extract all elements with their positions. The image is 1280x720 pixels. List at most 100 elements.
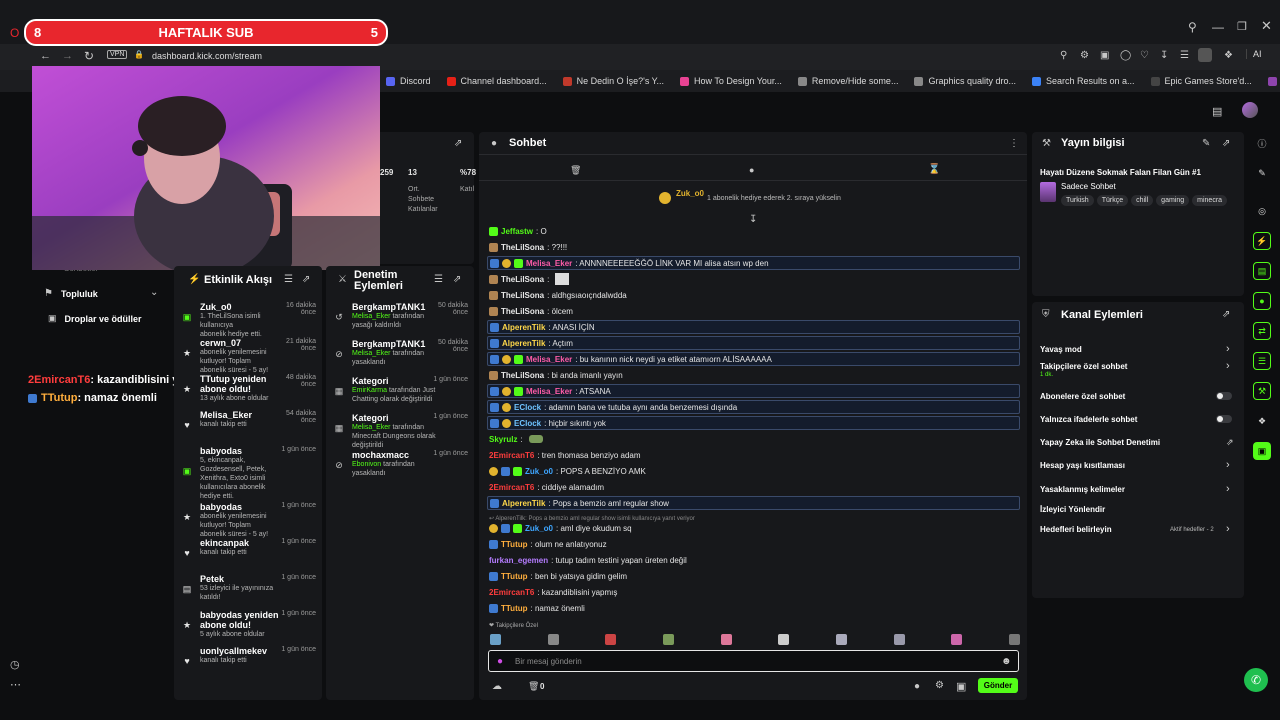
channel-action-label[interactable]: Yapay Zeka ile Sohbet Denetimi <box>1040 438 1160 447</box>
activity-item[interactable]: ★ TTutup yeniden abone oldu! 13 aylık abon… <box>182 374 316 404</box>
popout-icon[interactable]: ⇗ <box>1222 309 1230 320</box>
channel-action-label[interactable]: Yavaş mod <box>1040 345 1082 354</box>
chat-username[interactable]: Zuk_o0 <box>525 524 553 533</box>
more-icon[interactable]: ⋯ <box>10 678 21 691</box>
chevron-right-icon[interactable]: › <box>1226 523 1230 535</box>
chat-username[interactable]: Melisa_Eker <box>526 355 572 364</box>
menu-icon[interactable]: ☰ <box>1180 50 1189 61</box>
filter-icon[interactable]: ☰ <box>284 274 293 285</box>
gear-icon[interactable]: ⚙ <box>935 680 944 691</box>
minimize-icon[interactable]: — <box>1212 20 1224 34</box>
emote-icon[interactable] <box>1008 634 1020 645</box>
translate-icon[interactable]: ⚙ <box>1080 50 1089 61</box>
emote-icon[interactable] <box>893 634 905 645</box>
download-icon[interactable]: ↧ <box>1160 50 1168 61</box>
emote-icon[interactable] <box>490 634 501 645</box>
message-icon[interactable]: ● <box>914 681 920 692</box>
chat-input-placeholder[interactable]: Bir mesaj gönderin <box>515 657 582 666</box>
stream-tag[interactable]: Turkish <box>1061 195 1094 206</box>
apps-icon[interactable]: ❖ <box>1253 412 1271 430</box>
chat-username[interactable]: TheLilSona <box>501 291 544 300</box>
emote-icon[interactable] <box>605 634 617 645</box>
emote-icon[interactable] <box>835 634 847 645</box>
wallet-icon[interactable]: ▤ <box>1212 105 1222 118</box>
channel-action-label[interactable]: Yasaklanmış kelimeler <box>1040 485 1125 494</box>
edit-icon[interactable]: ✎ <box>1202 138 1210 149</box>
channel-action-label[interactable]: İzleyici Yönlendir <box>1040 505 1105 514</box>
mod-action-item[interactable]: ▦ Kategori Melisa_Eker tarafından Minecraf… <box>334 413 468 449</box>
channel-action-label[interactable]: Abonelere özel sohbet <box>1040 392 1125 401</box>
lock-icon[interactable]: 🔒 <box>134 50 144 59</box>
stream-tag[interactable]: Türkçe <box>1096 195 1129 206</box>
chat-message[interactable]: Skyrulz: <box>487 432 1020 446</box>
chat-username[interactable]: EClock <box>514 419 541 428</box>
chat-username[interactable]: AlperenTilk <box>502 499 545 508</box>
stream-tag[interactable]: gaming <box>1156 195 1190 206</box>
nav-item-topluluk[interactable]: ⚑ Topluluk <box>44 288 98 299</box>
channel-action-label[interactable]: Takipçilere özel sohbet <box>1040 362 1127 371</box>
stream-tag[interactable]: chill <box>1131 195 1154 206</box>
user-avatar[interactable] <box>1242 102 1258 118</box>
chat-message[interactable]: Melisa_Eker: ATSANA <box>487 384 1020 398</box>
bookmark-item[interactable]: Ne Dedin O İşe?'s Y... <box>562 76 664 86</box>
wrench-icon[interactable]: ⚒ <box>1253 382 1271 400</box>
chat-username[interactable]: 2EmircanT6 <box>489 451 534 460</box>
chat-settings-icon[interactable]: ☁ <box>492 681 502 692</box>
chat-message[interactable]: Zuk_o0: POPS A BENZİYO AMK <box>487 464 1020 478</box>
stream-tag[interactable]: minecra <box>1192 195 1228 206</box>
chat-username[interactable]: TheLilSona <box>501 243 544 252</box>
popout-icon[interactable]: ⇗ <box>1222 138 1230 149</box>
bookmark-item[interactable]: Discord <box>386 76 431 86</box>
message-icon[interactable]: ● <box>749 165 754 175</box>
chat-username[interactable]: furkan_egemen <box>489 556 548 565</box>
emote-icon[interactable] <box>547 634 559 645</box>
chat-message[interactable]: AlperenTilk: Açtım <box>487 336 1020 350</box>
reload-icon[interactable]: ↻ <box>84 49 94 63</box>
chevron-right-icon[interactable]: › <box>1226 483 1230 495</box>
activity-item[interactable]: ★ babyodas abonelik yenilemesini kutluyor!… <box>182 502 316 538</box>
chat-message[interactable]: AlperenTilk: ANASI İÇİN <box>487 320 1020 334</box>
chat-username[interactable]: Jeffastw <box>501 227 533 236</box>
forward-icon[interactable]: → <box>62 50 73 62</box>
channel-action-label[interactable]: Hesap yaşı kısıtlaması <box>1040 461 1125 470</box>
opera-logo-icon[interactable]: O <box>10 26 19 40</box>
target-icon[interactable]: ◎ <box>1253 202 1271 220</box>
bookmark-item[interactable]: How To Design Your... <box>680 76 782 86</box>
chat-username[interactable]: Melisa_Eker <box>526 259 572 268</box>
activity-item[interactable]: ♥ ekincanpak kanalı takip etti 1 gün önce <box>182 538 316 568</box>
chat-message[interactable]: TheLilSona: aldhgsıaoıçndalwdda <box>487 288 1020 302</box>
chat-message[interactable]: TheLilSona: <box>487 272 1020 286</box>
kick-app-icon[interactable]: ▣ <box>1253 442 1271 460</box>
popout-icon[interactable]: ⇗ <box>302 274 310 285</box>
chat-message[interactable]: TTutup: namaz önemli <box>487 601 1020 615</box>
pinned-user[interactable]: Zuk_o0 <box>676 189 704 198</box>
chat-username[interactable]: AlperenTilk <box>502 339 545 348</box>
restore-icon[interactable]: ❐ <box>1237 20 1247 33</box>
emoji-icon[interactable]: ☻ <box>1001 656 1012 667</box>
external-link-icon[interactable]: ⇗ <box>1226 437 1234 448</box>
chat-message[interactable]: EClock: adamın bana ve tutuba aynı anda … <box>487 400 1020 414</box>
emote-icon[interactable] <box>778 634 790 645</box>
chat-message[interactable]: furkan_egemen: tutup tadım testini yapan… <box>487 553 1020 567</box>
mod-action-item[interactable]: ⊘ BergkampTANK1 Melisa_Eker tarafından yas… <box>334 339 468 370</box>
activity-item[interactable]: ▤ Petek 53 izleyici ile yayınınıza katıldı… <box>182 574 316 604</box>
zoom-icon[interactable]: ⚲ <box>1060 50 1067 61</box>
chat-input-box[interactable]: ● Bir mesaj gönderin ☻ <box>488 650 1019 672</box>
channel-action-label[interactable]: Yalnızca ifadelerle sohbet <box>1040 415 1137 424</box>
chat-username[interactable]: TheLilSona <box>501 307 544 316</box>
chat-message[interactable]: Melisa_Eker: bu kanının nick neydi ya et… <box>487 352 1020 366</box>
activity-item[interactable]: ▣ Zuk_o0 1. TheLilSona isimli kullanıcıya a… <box>182 302 316 338</box>
activity-item[interactable]: ▣ babyodas 5, ekincanpak, Gozdesensell, Pe… <box>182 446 316 500</box>
chat-message[interactable]: TTutup: ben bi yatsıya gidim gelim <box>487 569 1020 583</box>
mod-action-item[interactable]: ▦ Kategori EmirKarma tarafından Just Chatt… <box>334 376 468 407</box>
chat-username[interactable]: AlperenTilk <box>502 323 545 332</box>
chat-message[interactable]: Melisa_Eker: ANNNNEEEEEĞĞÖ LİNK VAR MI a… <box>487 256 1020 270</box>
mod-action-item[interactable]: ⊘ mochaxmacc Ebonivon tarafından yasakland… <box>334 450 468 481</box>
chat-message[interactable]: 2EmircanT6: kazandiblisini yapmış <box>487 585 1020 599</box>
edit-icon[interactable]: ✎ <box>1253 164 1271 182</box>
trash-icon[interactable]: 🗑 <box>528 681 539 692</box>
chat-username[interactable]: EClock <box>514 403 541 412</box>
chat-bubble-icon[interactable]: ● <box>1253 292 1271 310</box>
chat-message[interactable]: Zuk_o0: aml diye okudum sq <box>487 521 1020 535</box>
nav-item-droplar[interactable]: ▣ Droplar ve ödüller <box>48 313 142 324</box>
